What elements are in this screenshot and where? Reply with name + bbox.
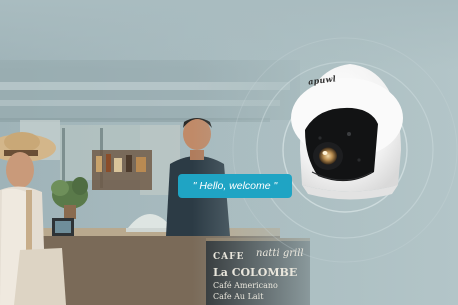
chalkboard-cafe-label: CAFE — [213, 252, 245, 262]
chalkboard-script-text: natti grill — [256, 248, 304, 259]
chalkboard-line-3: Cafe Au Lait — [213, 292, 264, 301]
promo-image: apuwl CAFE natti grill La COLOMBE Café A… — [0, 0, 458, 305]
chalkboard-line-2: Café Americano — [213, 281, 278, 290]
chalkboard-colombe-text: La COLOMBE — [213, 266, 298, 279]
speech-bubble: " Hello, welcome " — [178, 174, 292, 198]
